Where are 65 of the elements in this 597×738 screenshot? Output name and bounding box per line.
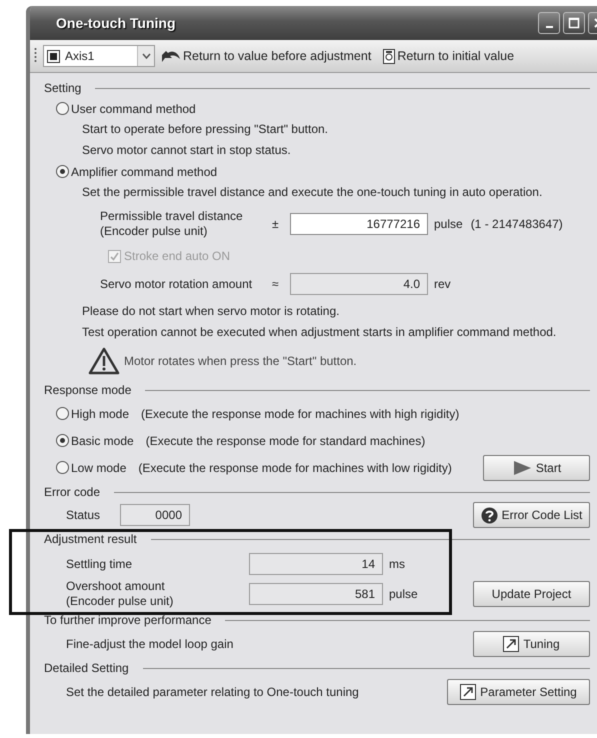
mode-description: (Execute the response mode for machines with high rigidity) — [141, 406, 460, 420]
note-text: Start to operate before pressing "Start" button. — [81, 121, 329, 138]
radio-label[interactable]: User command method — [71, 102, 196, 116]
description-text: Fine-adjust the model loop gain — [66, 636, 234, 650]
description-text: Set the detailed parameter relating to One-touch tuning — [66, 684, 359, 698]
overshoot-field[interactable]: 581 — [249, 583, 383, 605]
start-button[interactable]: Start — [483, 454, 590, 480]
radio-button[interactable] — [56, 102, 69, 115]
plus-minus-sign: ± — [272, 217, 280, 231]
note-text: Servo motor cannot start in stop status. — [81, 142, 292, 159]
undo-arrow-icon — [161, 49, 181, 63]
section-title: Adjustment result — [44, 532, 137, 546]
unit-label: ms — [389, 557, 405, 571]
mode-description: (Execute the response mode for machines with low rigidity) — [138, 460, 452, 474]
settling-time-field[interactable]: 14 — [249, 553, 383, 575]
note-text: Please do not start when servo motor is rotating. — [81, 303, 340, 320]
radio-label[interactable]: Low mode — [71, 460, 126, 474]
document-icon — [383, 48, 396, 64]
help-icon — [480, 506, 498, 524]
radio-label[interactable]: High mode — [71, 406, 130, 420]
note-text: Test operation cannot be executed when adjustment starts in amplifier command method. — [81, 324, 558, 341]
mode-description: (Execute the response mode for standard machines) — [146, 434, 426, 448]
section-title: To further improve performance — [44, 613, 212, 627]
warning-text: Motor rotates when press the "Start" button. — [124, 354, 357, 368]
minimize-button[interactable] — [538, 12, 560, 34]
section-title: Setting — [44, 81, 82, 95]
parameter-setting-button[interactable]: Parameter Setting — [447, 678, 590, 704]
chevron-down-icon — [142, 53, 150, 59]
approx-sign: ≈ — [272, 277, 280, 291]
field-label: Permissible travel distance (Encoder pulse unit) — [100, 209, 244, 239]
radio-button[interactable] — [56, 434, 69, 447]
radio-button[interactable] — [56, 461, 69, 474]
tuning-button[interactable]: Tuning — [473, 630, 590, 656]
radio-label[interactable]: Amplifier command method — [71, 164, 218, 178]
return-before-adjustment-button[interactable]: Return to value before adjustment — [159, 49, 378, 63]
field-label: Status — [66, 508, 102, 522]
return-initial-button[interactable]: Return to initial value — [381, 48, 520, 64]
section-title: Response mode — [44, 383, 132, 397]
field-label: Servo motor rotation amount — [100, 277, 254, 291]
radio-button[interactable] — [56, 407, 69, 420]
minimize-icon — [546, 26, 552, 28]
status-field[interactable]: 0000 — [120, 504, 190, 526]
maximize-button[interactable] — [563, 12, 585, 34]
range-label: (1 - 2147483647) — [470, 217, 563, 231]
unit-label: pulse — [434, 217, 463, 231]
warning-icon — [88, 347, 120, 375]
window-title: One-touch Tuning — [56, 15, 176, 31]
section-title: Detailed Setting — [44, 661, 129, 675]
radio-button[interactable] — [56, 165, 69, 178]
description-text: Set the permissible travel distance and execute the one-touch tuning in auto operation. — [81, 184, 544, 201]
unit-label: pulse — [389, 587, 418, 601]
travel-distance-field[interactable]: 16777216 — [290, 213, 428, 235]
field-label: Settling time — [66, 556, 134, 572]
update-project-button[interactable]: Update Project — [473, 581, 590, 607]
axis-square-icon — [47, 50, 60, 62]
play-icon — [512, 460, 532, 476]
field-label: Overshoot amount (Encoder pulse unit) — [66, 579, 174, 609]
radio-label[interactable]: Basic mode — [71, 434, 134, 448]
rotation-amount-field[interactable]: 4.0 — [290, 273, 428, 295]
error-code-list-button[interactable]: Error Code List — [473, 502, 590, 528]
unit-label: rev — [434, 277, 451, 291]
grip-icon[interactable] — [34, 47, 37, 65]
maximize-icon — [568, 17, 580, 29]
section-title: Error code — [44, 485, 100, 499]
axis-select[interactable]: Axis1 — [43, 45, 155, 67]
